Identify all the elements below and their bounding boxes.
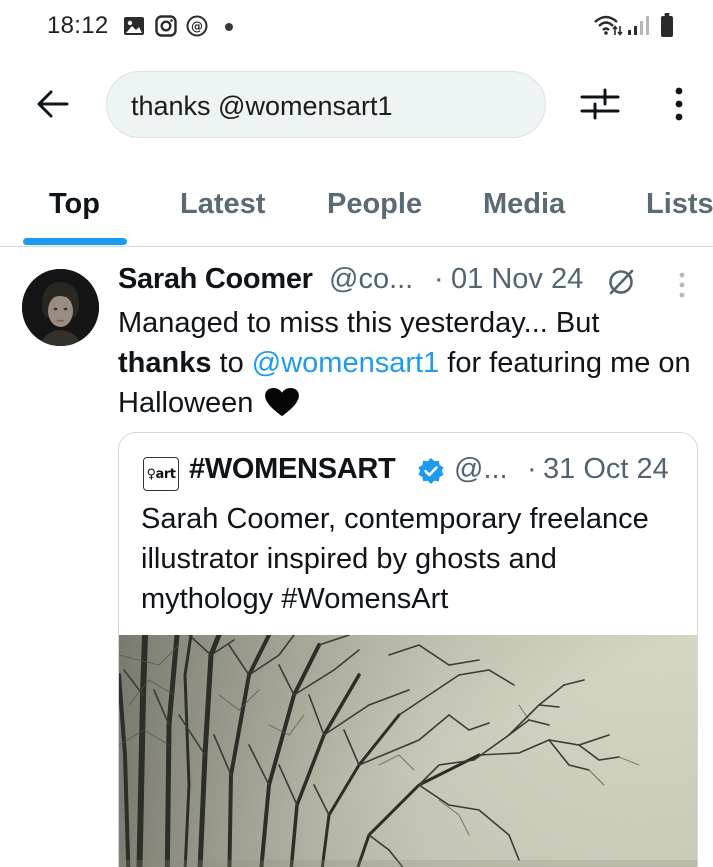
notification-dot: [225, 23, 233, 31]
active-tab-indicator: [23, 238, 127, 245]
separator-dot: ·: [434, 263, 444, 295]
quote-author-name[interactable]: #WOMENSART: [189, 453, 396, 486]
tab-media[interactable]: Media: [483, 188, 565, 221]
tab-latest[interactable]: Latest: [180, 188, 265, 221]
separator-dot: ·: [527, 453, 537, 485]
search-input[interactable]: thanks @womensart1: [106, 71, 546, 138]
verified-badge-icon: [418, 458, 444, 484]
tab-people[interactable]: People: [327, 188, 422, 221]
author-handle[interactable]: @co...: [329, 263, 413, 296]
quote-text: Sarah Coomer, contemporary freelance ill…: [141, 503, 649, 615]
quote-author-handle[interactable]: @...: [454, 453, 508, 486]
tab-lists[interactable]: Lists: [646, 188, 713, 221]
status-time: 18:12: [47, 12, 109, 39]
arrow-left-icon: [37, 90, 69, 118]
svg-text:@: @: [191, 20, 203, 34]
search-query: thanks @womensart1: [131, 91, 393, 121]
more-options-button[interactable]: [664, 84, 694, 124]
search-tabs: Top Latest People Media Lists: [0, 178, 713, 248]
tweet-text-part: Managed to miss this yesterday... But: [118, 307, 600, 339]
mention-link[interactable]: @womensart1: [252, 347, 439, 379]
signal-icon: [628, 16, 649, 35]
wifi-icon: [594, 15, 623, 36]
artwork-image[interactable]: [119, 635, 698, 867]
gallery-icon: [124, 17, 144, 35]
avatar-photo: [22, 269, 99, 346]
tabs-divider: [0, 246, 713, 247]
battery-icon: [661, 13, 673, 37]
quote-date: 31 Oct 24: [543, 453, 669, 485]
avatar[interactable]: [22, 269, 99, 346]
black-heart-icon: [265, 387, 300, 417]
tweet-header: Sarah Coomer @co... · 01 Nov 24: [118, 263, 698, 301]
sliders-icon: [580, 88, 620, 120]
instagram-icon: [155, 15, 177, 37]
tweet-text-highlight: thanks: [118, 347, 212, 379]
filter-button[interactable]: [578, 84, 622, 124]
vertical-dots-icon: [675, 87, 683, 121]
author-name[interactable]: Sarah Coomer: [118, 263, 313, 296]
quote-header: #WOMENSART @... · 31 Oct 24: [119, 453, 697, 491]
threads-icon: @: [186, 15, 208, 37]
tweet-text: Managed to miss this yesterday... But th…: [118, 303, 698, 423]
tweet-date[interactable]: 01 Nov 24: [451, 263, 583, 296]
tweet-more-icon[interactable]: [672, 269, 692, 301]
quoted-tweet[interactable]: ♀art #WOMENSART @... · 31 Oct 24 Sarah C…: [118, 432, 698, 867]
status-bar: 18:12 @: [0, 0, 713, 52]
grok-icon[interactable]: [606, 267, 636, 297]
tab-top[interactable]: Top: [49, 188, 100, 221]
tweet-text-part: to: [211, 347, 252, 379]
back-button[interactable]: [33, 84, 73, 124]
